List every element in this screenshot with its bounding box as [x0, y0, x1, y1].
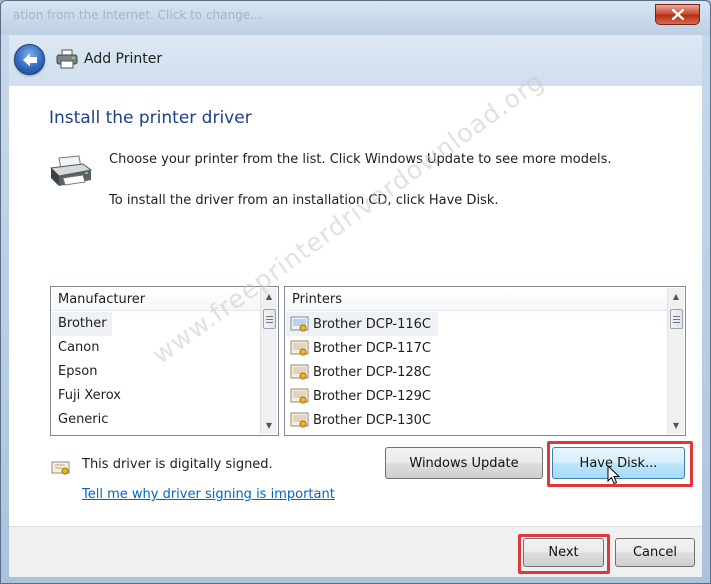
printer-item-dcp-117c[interactable]: Brother DCP-117C	[286, 336, 668, 360]
driver-certificate-icon	[290, 388, 309, 404]
driver-certificate-icon	[290, 364, 309, 380]
windows-update-button[interactable]: Windows Update	[385, 447, 543, 479]
printer-item-label: Brother DCP-129C	[313, 388, 431, 404]
content-panel: Install the printer driver Choose your p…	[9, 66, 702, 526]
driver-certificate-icon	[290, 412, 309, 428]
close-icon	[671, 9, 684, 20]
scroll-thumb[interactable]	[670, 309, 683, 329]
title-bar[interactable]: ation from the Internet. Click to change…	[1, 1, 710, 35]
manufacturer-scrollbar[interactable]: ▲ ▼	[260, 288, 277, 434]
instruction-text-1: Choose your printer from the list. Click…	[109, 152, 612, 167]
driver-certificate-icon	[290, 340, 309, 356]
scroll-up-arrow-icon[interactable]: ▲	[668, 288, 684, 305]
title-bar-text: ation from the Internet. Click to change…	[13, 8, 262, 22]
footer-bar: Next Cancel	[9, 526, 702, 577]
navigation-bar: Add Printer	[9, 35, 702, 85]
signed-certificate-icon	[51, 461, 70, 475]
printer-large-icon	[49, 155, 93, 186]
printers-listbox[interactable]: Printers Brother DCP-116C Brother DCP-11…	[284, 286, 686, 436]
driver-signed-status: This driver is digitally signed.	[82, 457, 273, 472]
printer-item-label: Brother DCP-128C	[313, 364, 431, 380]
printer-item-dcp-130c[interactable]: Brother DCP-130C	[286, 408, 668, 432]
scroll-down-arrow-icon[interactable]: ▼	[261, 417, 277, 434]
manufacturer-item-generic[interactable]: Generic	[52, 408, 261, 432]
printer-item-dcp-129c[interactable]: Brother DCP-129C	[286, 384, 668, 408]
manufacturer-item-fuji-xerox[interactable]: Fuji Xerox	[52, 384, 261, 408]
back-button[interactable]	[14, 44, 45, 75]
wizard-title: Add Printer	[84, 51, 163, 67]
driver-certificate-icon	[290, 316, 309, 332]
page-heading: Install the printer driver	[49, 108, 252, 128]
add-printer-window: ation from the Internet. Click to change…	[0, 0, 711, 584]
manufacturer-item-epson[interactable]: Epson	[52, 360, 261, 384]
back-arrow-icon	[22, 53, 37, 66]
driver-signing-link[interactable]: Tell me why driver signing is important	[82, 487, 335, 502]
manufacturer-item-brother[interactable]: Brother	[52, 312, 112, 336]
printer-icon	[56, 49, 78, 69]
close-button[interactable]	[655, 4, 700, 25]
mouse-cursor-icon	[607, 465, 621, 485]
printer-item-label: Brother DCP-130C	[313, 412, 431, 428]
printer-item-label: Brother DCP-117C	[313, 340, 431, 356]
scroll-down-arrow-icon[interactable]: ▼	[668, 417, 684, 434]
printers-column-header[interactable]: Printers	[286, 288, 668, 311]
instruction-text-2: To install the driver from an installati…	[109, 193, 499, 208]
printer-item-label: Brother DCP-116C	[313, 316, 431, 332]
printer-item-dcp-128c[interactable]: Brother DCP-128C	[286, 360, 668, 384]
scroll-thumb[interactable]	[263, 309, 276, 329]
printers-scrollbar[interactable]: ▲ ▼	[667, 288, 684, 434]
printer-item-dcp-116c[interactable]: Brother DCP-116C	[286, 312, 438, 336]
cancel-button[interactable]: Cancel	[615, 538, 695, 567]
next-button[interactable]: Next	[523, 538, 604, 567]
